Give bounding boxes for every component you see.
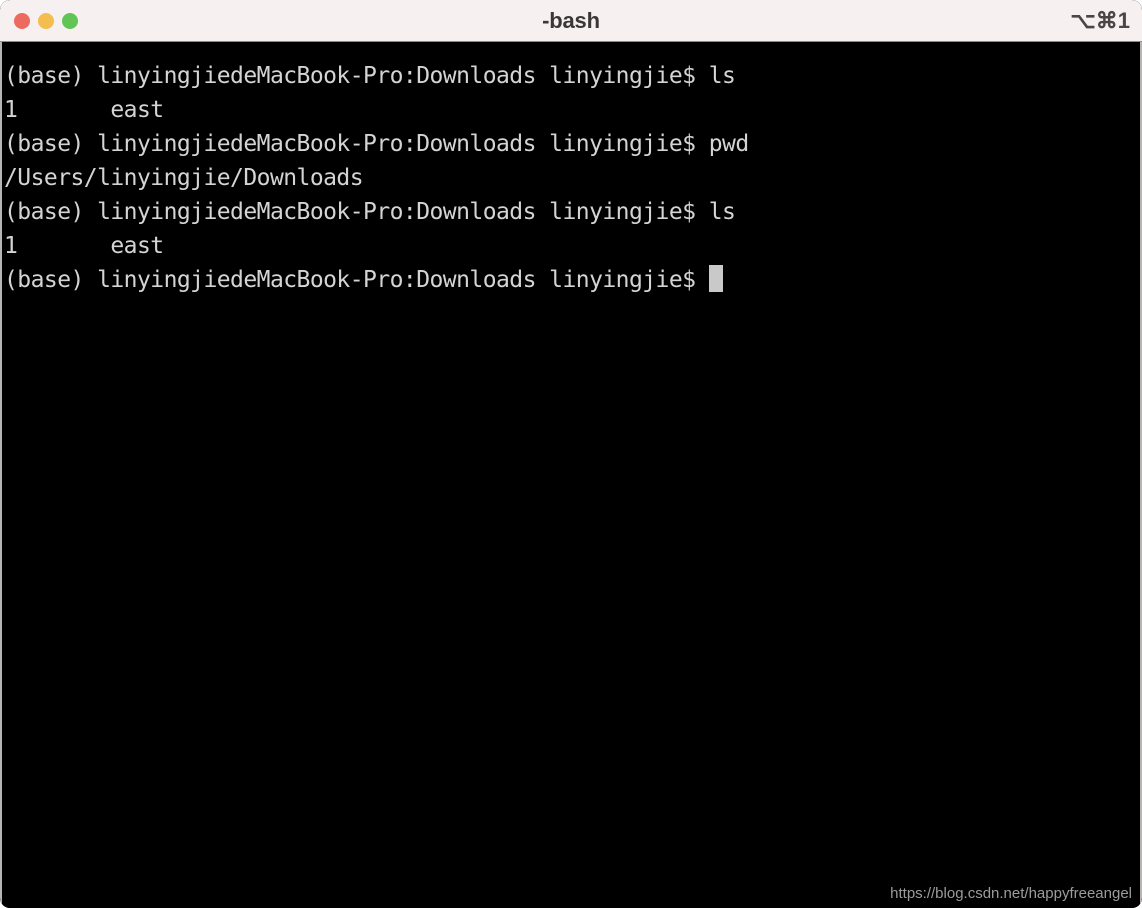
terminal-body[interactable]: (base) linyingjiedeMacBook-Pro:Downloads… [0, 42, 1142, 908]
zoom-button[interactable] [62, 13, 78, 29]
terminal-line: /Users/linyingjie/Downloads [4, 165, 364, 191]
terminal-prompt-text: (base) linyingjiedeMacBook-Pro:Downloads… [4, 267, 709, 293]
window-title: -bash [542, 8, 600, 33]
close-button[interactable] [14, 13, 30, 29]
minimize-button[interactable] [38, 13, 54, 29]
terminal-line: (base) linyingjiedeMacBook-Pro:Downloads… [4, 199, 736, 225]
terminal-window: -bash ⌥⌘1 (base) linyingjiedeMacBook-Pro… [0, 0, 1142, 908]
terminal-cursor [708, 265, 723, 292]
terminal-left-edge [0, 42, 2, 908]
terminal-line: 1 east [4, 233, 164, 259]
terminal-line: (base) linyingjiedeMacBook-Pro:Downloads… [4, 63, 736, 89]
window-titlebar[interactable]: -bash ⌥⌘1 [0, 0, 1142, 42]
window-controls [14, 13, 78, 29]
terminal-screen[interactable]: (base) linyingjiedeMacBook-Pro:Downloads… [4, 59, 1138, 908]
terminal-prompt-line: (base) linyingjiedeMacBook-Pro:Downloads… [4, 263, 1138, 297]
terminal-line: 1 east [4, 97, 164, 123]
window-shortcut-label: ⌥⌘1 [1070, 8, 1130, 33]
terminal-line: (base) linyingjiedeMacBook-Pro:Downloads… [4, 131, 749, 157]
watermark-text: https://blog.csdn.net/happyfreeangel [890, 885, 1132, 902]
